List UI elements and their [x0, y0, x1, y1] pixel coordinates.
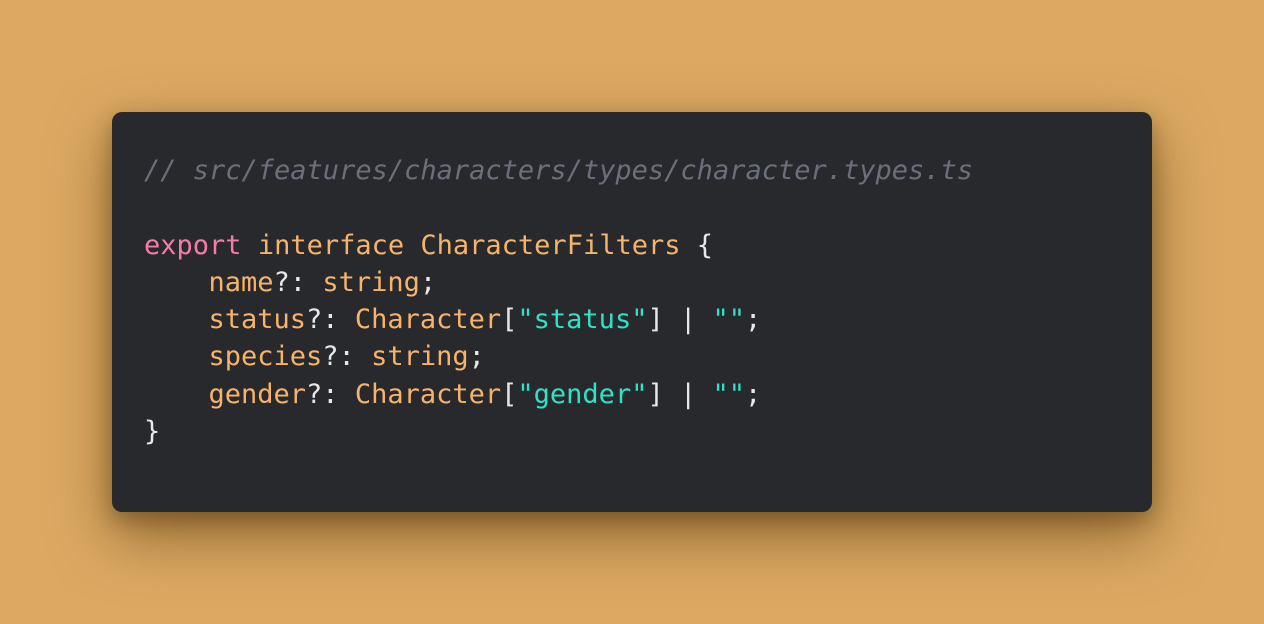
- export-keyword: export: [144, 229, 242, 261]
- semicolon: ;: [419, 266, 437, 298]
- property-name: gender: [208, 378, 307, 410]
- optional-marker: ?:: [306, 304, 355, 336]
- code-snippet-window: // src/features/characters/types/charact…: [112, 112, 1152, 512]
- code-line-status: status?: Character["status"] | "";: [144, 301, 1152, 338]
- union-operator: |: [663, 304, 713, 336]
- left-bracket: [: [501, 378, 518, 410]
- close-brace: }: [144, 416, 161, 448]
- code-line-name: name?: string;: [144, 264, 1152, 301]
- file-path-comment: // src/features/characters/types/charact…: [144, 155, 974, 186]
- property-name: name: [208, 266, 274, 298]
- property-type: string: [322, 266, 420, 298]
- right-bracket: ]: [647, 304, 664, 336]
- optional-marker: ?:: [273, 266, 323, 298]
- code-line-interface: export interface CharacterFilters {: [144, 227, 1152, 264]
- code-line-species: species?: string;: [144, 338, 1152, 375]
- property-name: species: [208, 341, 323, 373]
- semicolon: ;: [468, 341, 485, 373]
- interface-name: CharacterFilters: [420, 229, 681, 261]
- string-key: "status": [517, 304, 648, 336]
- string-key: "gender": [517, 378, 648, 410]
- empty-string: "": [712, 304, 746, 336]
- property-name: status: [208, 304, 307, 336]
- empty-string: "": [712, 378, 746, 410]
- property-type: string: [371, 341, 469, 373]
- semicolon: ;: [745, 304, 762, 336]
- union-operator: |: [663, 378, 713, 410]
- semicolon: ;: [745, 378, 762, 410]
- right-bracket: ]: [647, 378, 664, 410]
- property-type: Character: [354, 304, 502, 336]
- property-type: Character: [354, 378, 502, 410]
- optional-marker: ?:: [306, 378, 355, 410]
- optional-marker: ?:: [322, 341, 372, 373]
- left-bracket: [: [501, 304, 518, 336]
- code-line-gender: gender?: Character["gender"] | "";: [144, 376, 1152, 413]
- interface-keyword: interface: [257, 229, 405, 261]
- open-brace: {: [696, 229, 714, 261]
